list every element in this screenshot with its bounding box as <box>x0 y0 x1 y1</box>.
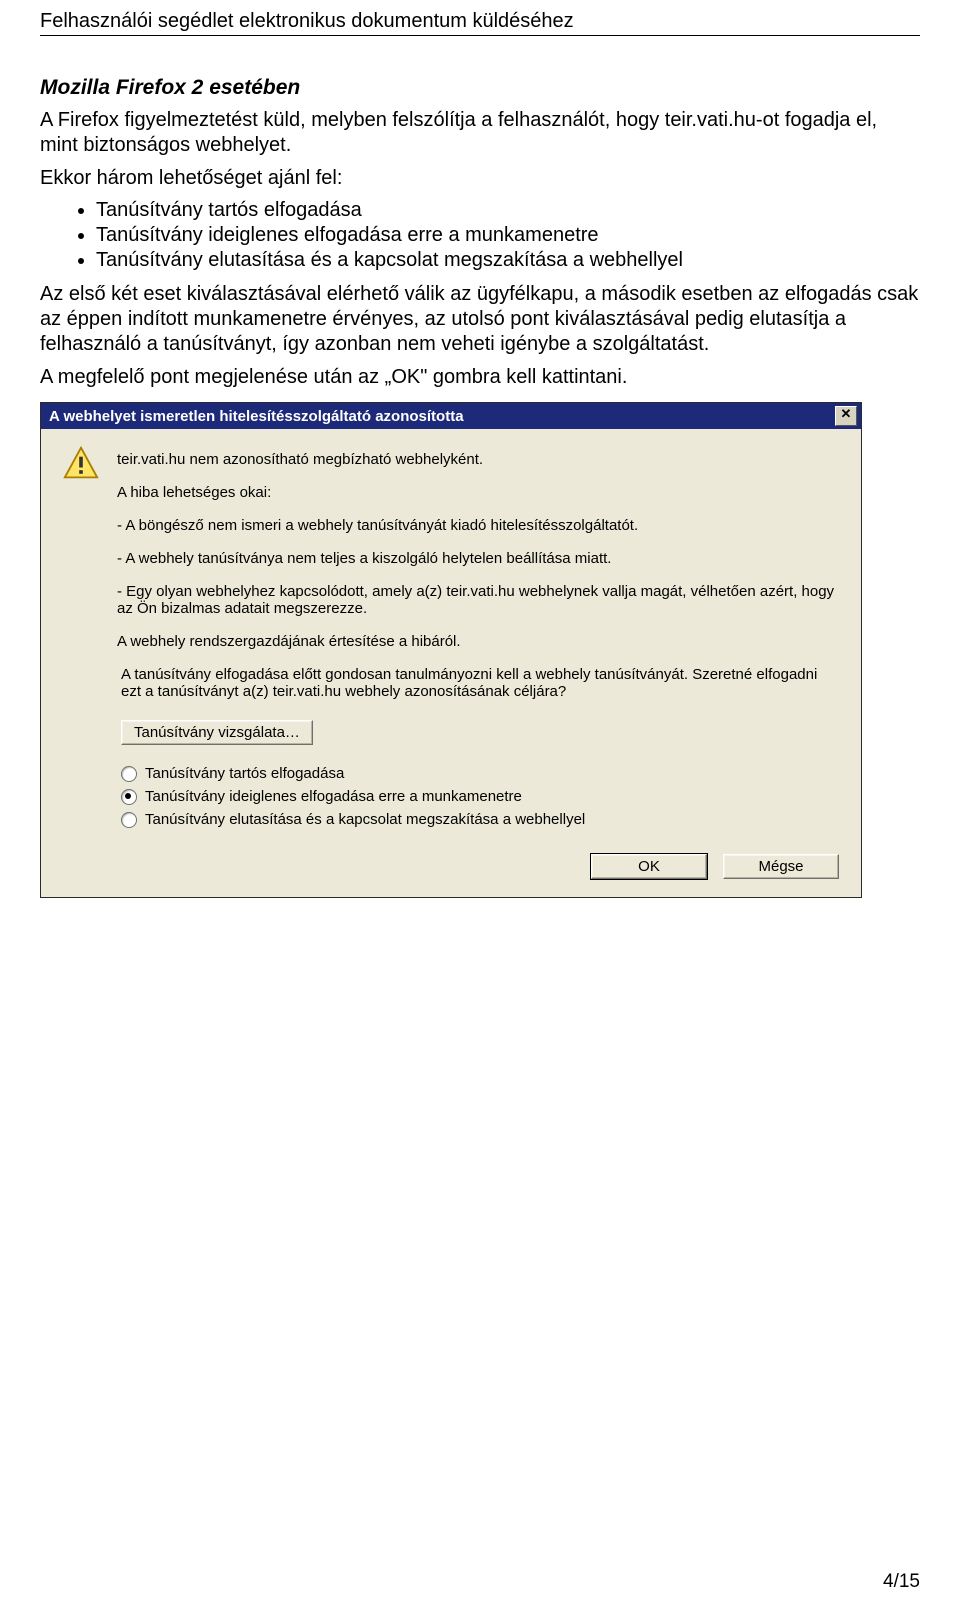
page-number: 4/15 <box>883 1571 920 1593</box>
accept-prompt: A tanúsítvány elfogadása előtt gondosan … <box>121 666 839 700</box>
list-intro: Ekkor három lehetőséget ajánl fel: <box>40 166 920 191</box>
inspect-certificate-button[interactable]: Tanúsítvány vizsgálata… <box>121 720 313 745</box>
close-icon[interactable]: ✕ <box>835 406 857 426</box>
options-list: Tanúsítvány tartós elfogadása Tanúsítván… <box>40 199 920 272</box>
dialog-title: A webhelyet ismeretlen hitelesítésszolgá… <box>49 408 835 425</box>
explanation-paragraph: Az első két eset kiválasztásával elérhet… <box>40 282 920 357</box>
instruction-paragraph: A megfelelő pont megjelenése után az „OK… <box>40 365 920 390</box>
radio-option-session[interactable]: Tanúsítvány ideiglenes elfogadása erre a… <box>121 788 839 805</box>
list-item: Tanúsítvány tartós elfogadása <box>96 199 920 222</box>
page-header: Felhasználói segédlet elektronikus dokum… <box>40 10 920 36</box>
admin-notice: A webhely rendszergazdájának értesítése … <box>117 633 839 650</box>
radio-icon[interactable] <box>121 812 137 828</box>
ok-button[interactable]: OK <box>591 854 707 879</box>
radio-option-permanent[interactable]: Tanúsítvány tartós elfogadása <box>121 765 839 782</box>
radio-label: Tanúsítvány tartós elfogadása <box>145 765 344 782</box>
document-page: Felhasználói segédlet elektronikus dokum… <box>0 0 960 1613</box>
section-title: Mozilla Firefox 2 esetében <box>40 76 920 100</box>
list-item: Tanúsítvány ideiglenes elfogadása erre a… <box>96 224 920 247</box>
security-dialog: A webhelyet ismeretlen hitelesítésszolgá… <box>40 402 862 898</box>
radio-icon[interactable] <box>121 789 137 805</box>
dialog-body: teir.vati.hu nem azonosítható megbízható… <box>41 429 861 897</box>
reasons-heading: A hiba lehetséges okai: <box>117 484 839 501</box>
reason-line: - Egy olyan webhelyhez kapcsolódott, ame… <box>117 583 839 617</box>
list-item: Tanúsítvány elutasítása és a kapcsolat m… <box>96 249 920 272</box>
radio-icon[interactable] <box>121 766 137 782</box>
cancel-button[interactable]: Mégse <box>723 854 839 879</box>
reason-line: - A böngésző nem ismeri a webhely tanúsí… <box>117 517 839 534</box>
radio-label: Tanúsítvány ideiglenes elfogadása erre a… <box>145 788 522 805</box>
radio-option-reject[interactable]: Tanúsítvány elutasítása és a kapcsolat m… <box>121 811 839 828</box>
dialog-message-host: teir.vati.hu nem azonosítható megbízható… <box>117 451 839 468</box>
dialog-titlebar: A webhelyet ismeretlen hitelesítésszolgá… <box>41 403 861 429</box>
warning-icon <box>63 445 99 666</box>
reason-line: - A webhely tanúsítványa nem teljes a ki… <box>117 550 839 567</box>
intro-paragraph: A Firefox figyelmeztetést küld, melyben … <box>40 108 920 158</box>
radio-label: Tanúsítvány elutasítása és a kapcsolat m… <box>145 811 585 828</box>
